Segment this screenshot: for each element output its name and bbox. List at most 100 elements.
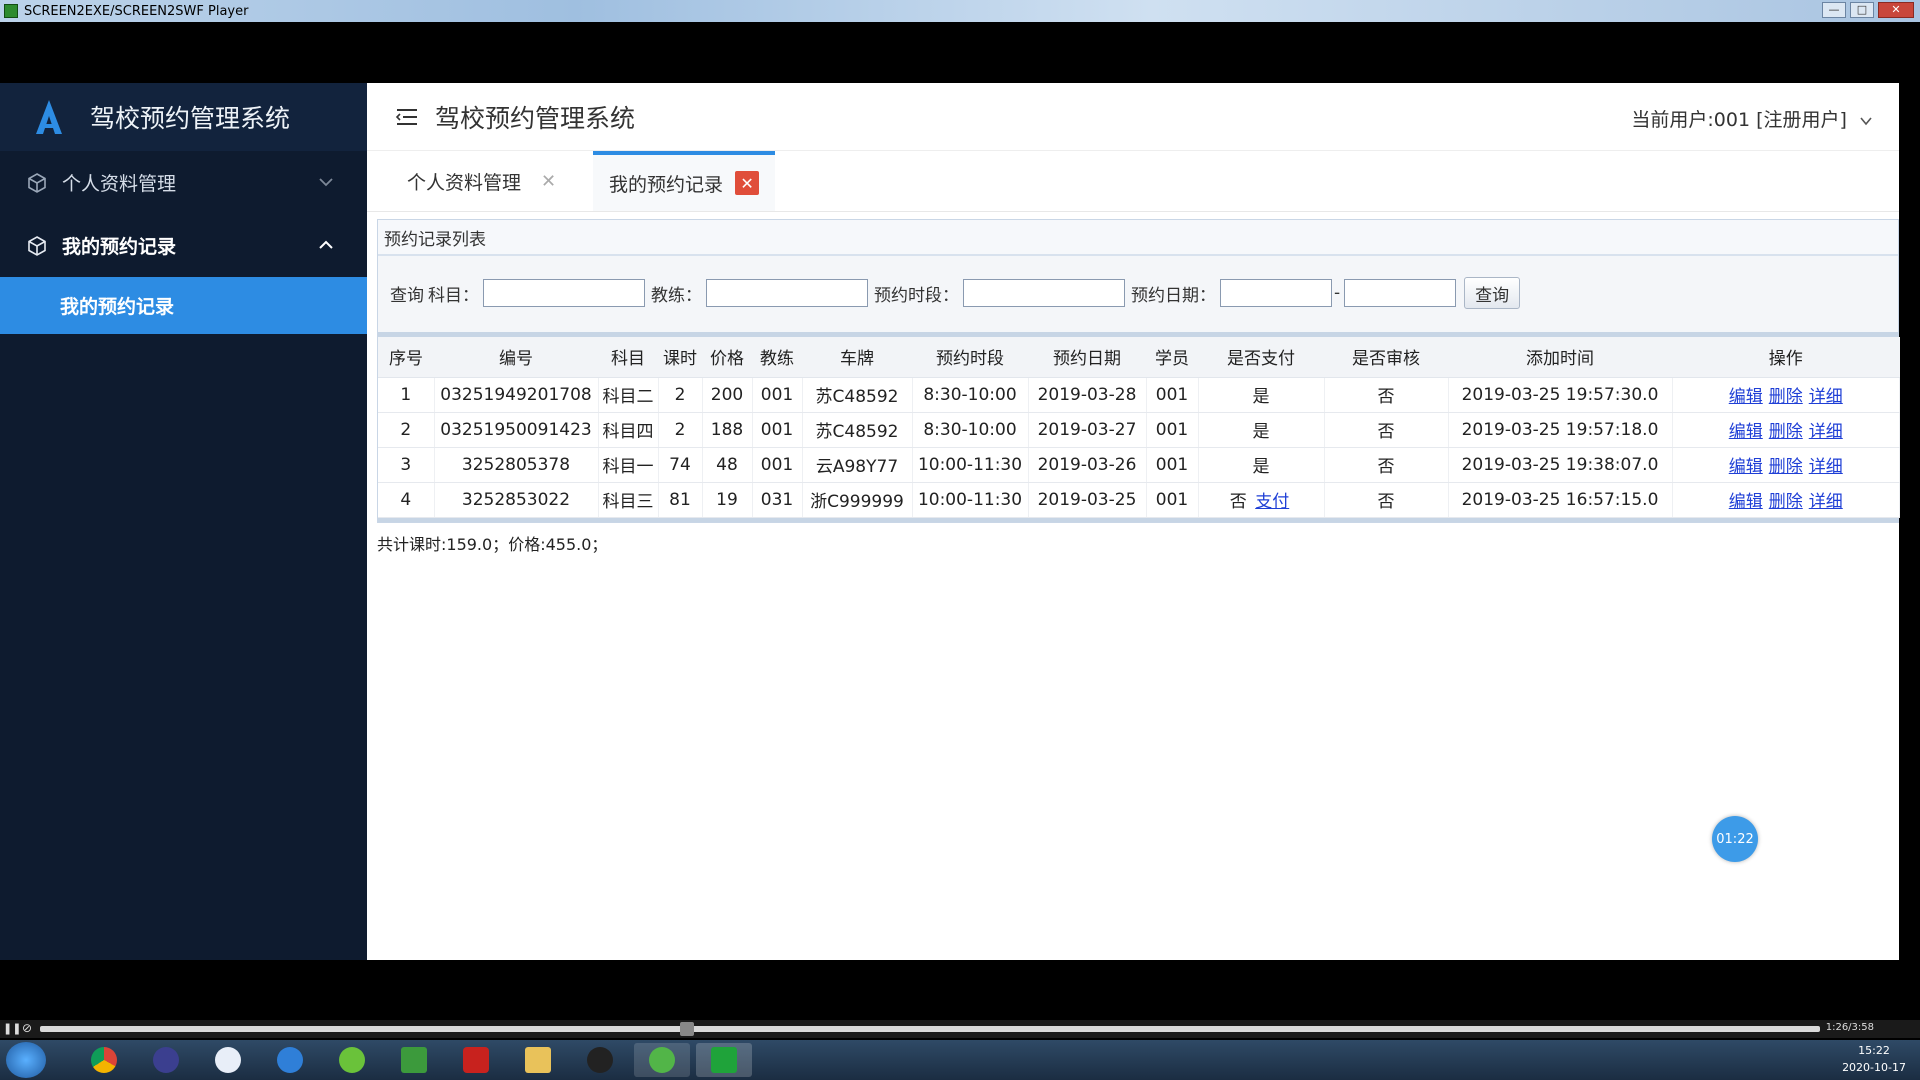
wechat-icon[interactable] bbox=[634, 1043, 690, 1077]
search-prefix: 查询 bbox=[390, 285, 424, 306]
paid-value: 否 bbox=[1229, 492, 1247, 512]
minimize-button[interactable]: — bbox=[1822, 2, 1846, 18]
col-header: 车牌 bbox=[802, 337, 912, 378]
sidebar: 驾校预约管理系统 个人资料管理 我的预约记录 我的预约记录 bbox=[0, 83, 367, 960]
delete-link[interactable]: 删除 bbox=[1769, 422, 1803, 442]
cell-price: 19 bbox=[702, 482, 753, 518]
spreadsheet-icon[interactable] bbox=[386, 1043, 442, 1077]
cell-added: 2019-03-25 19:57:30.0 bbox=[1448, 377, 1673, 413]
detail-link[interactable]: 详细 bbox=[1809, 457, 1843, 477]
delete-link[interactable]: 删除 bbox=[1769, 387, 1803, 407]
progress-track[interactable] bbox=[40, 1026, 1820, 1032]
pause-icon[interactable]: ❚❚ bbox=[3, 1022, 21, 1035]
subject-label: 科目： bbox=[428, 285, 479, 306]
cell-code: 3252805378 bbox=[434, 447, 599, 483]
sidebar-subitem-bookings[interactable]: 我的预约记录 bbox=[0, 277, 367, 334]
cell-date: 2019-03-28 bbox=[1028, 377, 1147, 413]
main-area: 驾校预约管理系统 当前用户:001 [注册用户] 个人资料管理 ✕ 我的预约记录… bbox=[367, 83, 1900, 960]
maximize-button[interactable]: □ bbox=[1850, 2, 1874, 18]
app-green-icon[interactable] bbox=[324, 1043, 380, 1077]
header: 驾校预约管理系统 当前用户:001 [注册用户] bbox=[367, 83, 1899, 151]
progress-handle[interactable] bbox=[680, 1022, 694, 1036]
edit-link[interactable]: 编辑 bbox=[1729, 387, 1763, 407]
menu-toggle-icon[interactable] bbox=[395, 107, 419, 127]
close-icon[interactable]: ✕ bbox=[541, 171, 556, 192]
brand-title: 驾校预约管理系统 bbox=[90, 104, 291, 133]
coach-label: 教练： bbox=[651, 285, 702, 306]
paid-value: 是 bbox=[1252, 422, 1270, 442]
system-tray-clock[interactable]: 15:22 2020-10-17 bbox=[1842, 1042, 1906, 1076]
date-separator: - bbox=[1334, 283, 1341, 303]
coach-input[interactable] bbox=[706, 279, 868, 307]
sidebar-item-bookings[interactable]: 我的预约记录 bbox=[0, 214, 367, 277]
col-header: 价格 bbox=[702, 337, 752, 378]
cell-period: 8:30-10:00 bbox=[912, 377, 1029, 413]
start-button[interactable] bbox=[6, 1042, 46, 1078]
cell-period: 10:00-11:30 bbox=[912, 482, 1029, 518]
col-header: 是否审核 bbox=[1324, 337, 1448, 378]
cell-actions: 编辑 删除 详细 bbox=[1672, 482, 1900, 518]
close-icon[interactable]: ✕ bbox=[735, 171, 760, 195]
close-window-button[interactable]: ✕ bbox=[1878, 2, 1914, 18]
cell-paid: 否 支付 bbox=[1198, 482, 1325, 518]
cell-price: 200 bbox=[702, 377, 753, 413]
table-header-row: 序号 编号 科目 课时 价格 教练 车牌 预约时段 预约日期 学员 是否支付 是… bbox=[378, 337, 1900, 378]
edit-link[interactable]: 编辑 bbox=[1729, 457, 1763, 477]
cell-code: 03251949201708 bbox=[434, 377, 599, 413]
col-header: 学员 bbox=[1146, 337, 1198, 378]
cell-hours: 2 bbox=[658, 412, 703, 448]
tray-date: 2020-10-17 bbox=[1842, 1061, 1906, 1074]
browser-icon[interactable] bbox=[262, 1043, 318, 1077]
cell-paid: 是 bbox=[1198, 412, 1325, 448]
folder-icon[interactable] bbox=[510, 1043, 566, 1077]
col-header: 添加时间 bbox=[1448, 337, 1672, 378]
cell-plate: 苏C48592 bbox=[802, 412, 913, 448]
subject-input[interactable] bbox=[483, 279, 645, 307]
cell-student: 001 bbox=[1146, 412, 1199, 448]
pay-link[interactable]: 支付 bbox=[1255, 492, 1289, 512]
user-menu[interactable]: 当前用户:001 [注册用户] bbox=[1631, 105, 1873, 132]
chrome-icon[interactable] bbox=[76, 1043, 132, 1077]
tab-label: 个人资料管理 bbox=[407, 171, 522, 194]
date-start-input[interactable] bbox=[1220, 279, 1332, 307]
flash-icon[interactable] bbox=[448, 1043, 504, 1077]
search-button[interactable]: 查询 bbox=[1464, 277, 1521, 309]
qq-icon[interactable] bbox=[572, 1043, 628, 1077]
sidebar-item-profile[interactable]: 个人资料管理 bbox=[0, 151, 367, 214]
logo-icon bbox=[32, 97, 66, 137]
eclipse-icon[interactable] bbox=[138, 1043, 194, 1077]
cell-added: 2019-03-25 16:57:15.0 bbox=[1448, 482, 1673, 518]
content: 预约记录列表 查询 科目： 教练： 预约时段： 预约日期： - 查询 序号 编号… bbox=[377, 219, 1900, 960]
period-input[interactable] bbox=[963, 279, 1125, 307]
period-label: 预约时段： bbox=[874, 285, 959, 306]
col-header: 教练 bbox=[752, 337, 802, 378]
recording-timer-badge[interactable]: 01:22 bbox=[1712, 816, 1758, 862]
detail-link[interactable]: 详细 bbox=[1809, 422, 1843, 442]
cell-plate: 浙C999999 bbox=[802, 482, 913, 518]
stop-icon[interactable]: ⊘ bbox=[22, 1021, 32, 1035]
date-label: 预约日期： bbox=[1131, 285, 1216, 306]
detail-link[interactable]: 详细 bbox=[1809, 387, 1843, 407]
sidebar-item-label: 个人资料管理 bbox=[62, 173, 177, 195]
page-title: 驾校预约管理系统 bbox=[435, 103, 636, 133]
baidu-netdisk-icon[interactable] bbox=[200, 1043, 256, 1077]
edit-link[interactable]: 编辑 bbox=[1729, 422, 1763, 442]
player-time: 1:26/3:58 bbox=[1825, 1022, 1874, 1033]
delete-link[interactable]: 删除 bbox=[1769, 457, 1803, 477]
col-header: 是否支付 bbox=[1198, 337, 1324, 378]
date-end-input[interactable] bbox=[1344, 279, 1457, 307]
delete-link[interactable]: 删除 bbox=[1769, 492, 1803, 512]
screen-player-icon[interactable] bbox=[696, 1043, 752, 1077]
detail-link[interactable]: 详细 bbox=[1809, 492, 1843, 512]
booking-panel: 预约记录列表 查询 科目： 教练： 预约时段： 预约日期： - 查询 序号 编号… bbox=[377, 219, 1900, 523]
edit-link[interactable]: 编辑 bbox=[1729, 492, 1763, 512]
cell-plate: 云A98Y77 bbox=[802, 447, 913, 483]
cell-hours: 2 bbox=[658, 377, 703, 413]
chevron-down-icon bbox=[319, 178, 333, 187]
tab-bookings[interactable]: 我的预约记录 ✕ bbox=[593, 151, 776, 211]
cell-code: 3252853022 bbox=[434, 482, 599, 518]
cell-price: 188 bbox=[702, 412, 753, 448]
cell-added: 2019-03-25 19:57:18.0 bbox=[1448, 412, 1673, 448]
tab-profile[interactable]: 个人资料管理 ✕ bbox=[391, 151, 572, 211]
col-header: 科目 bbox=[598, 337, 658, 378]
